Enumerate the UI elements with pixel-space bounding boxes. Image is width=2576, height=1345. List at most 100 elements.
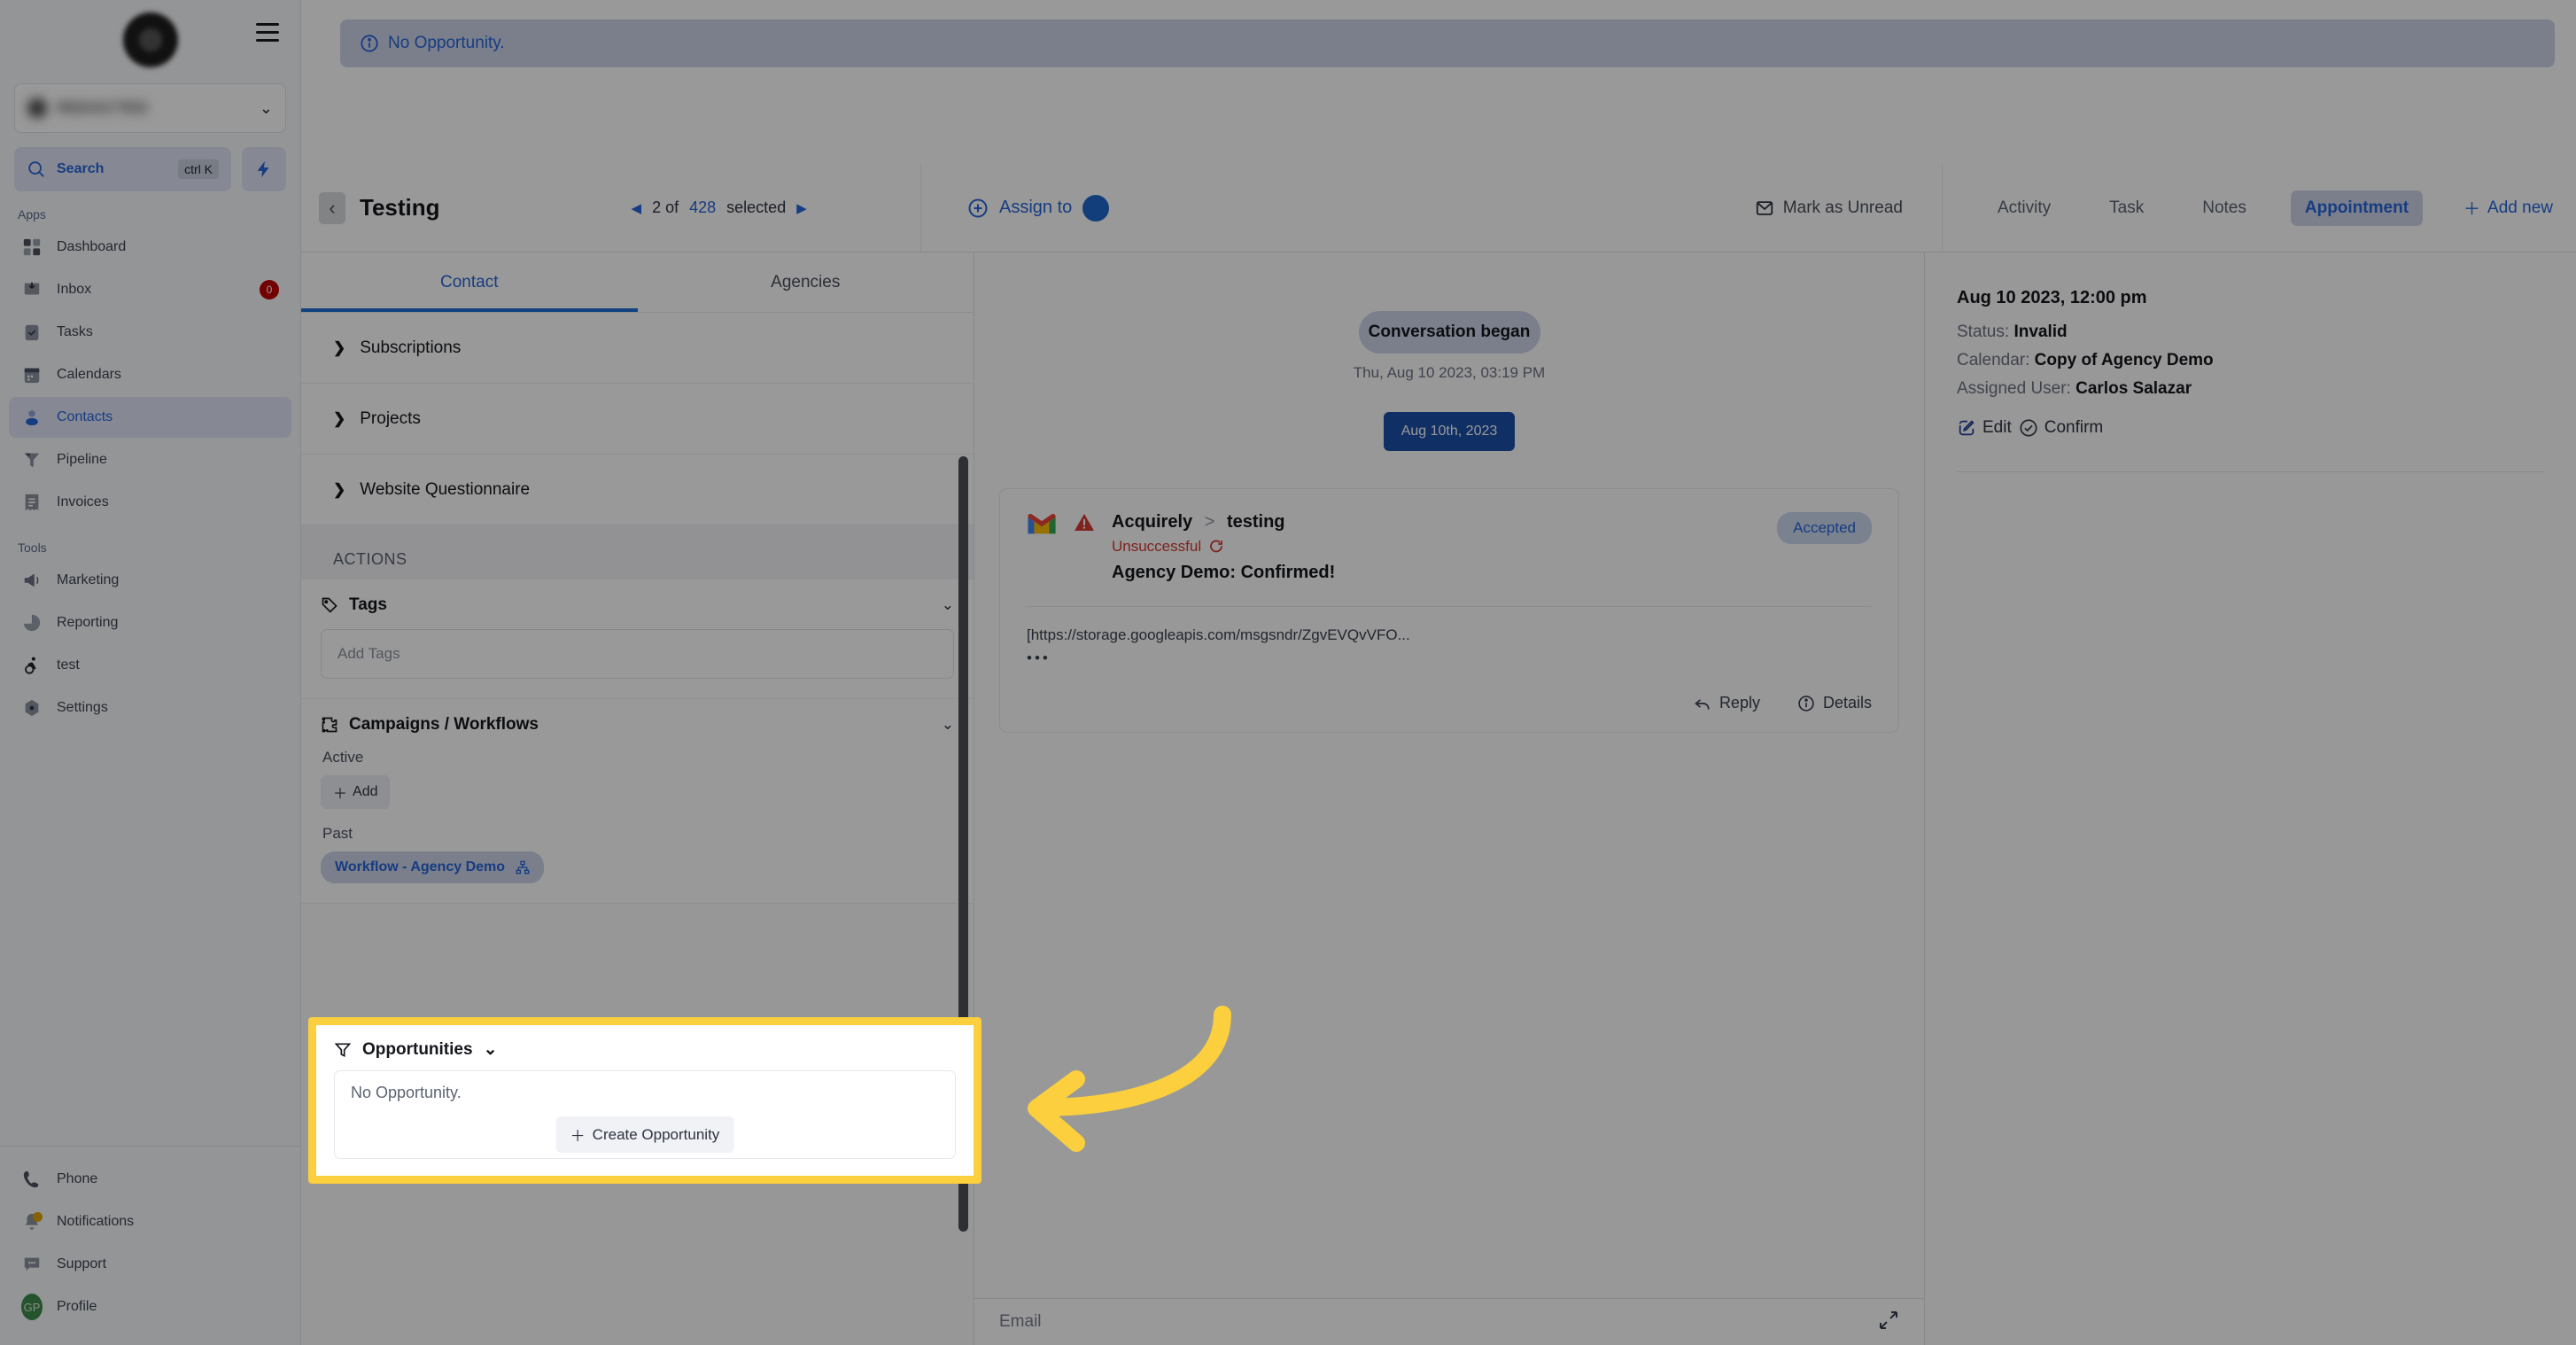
add-tags-input[interactable]: Add Tags [321,629,954,679]
check-circle-icon [2020,419,2037,437]
sidebar-group-label-tools: Tools [18,540,47,555]
sidebar-item-contacts[interactable]: Contacts [9,397,291,438]
sidebar-item-label: Notifications [57,1214,135,1229]
tab-appointment[interactable]: Appointment [2290,190,2424,226]
reply-button[interactable]: Reply [1694,694,1760,712]
pipeline-icon [21,449,43,470]
assignee-avatar[interactable] [1082,194,1110,222]
confirm-label: Confirm [2044,418,2104,437]
inbox-unread-badge: 0 [260,280,279,299]
past-workflow-chip[interactable]: Workflow - Agency Demo [321,851,545,883]
sidebar-item-inbox[interactable]: Inbox 0 [9,269,291,310]
mark-as-unread-button[interactable]: Mark as Unread [1755,164,1943,252]
search-label: Search [57,161,105,176]
account-selector[interactable]: REDACTED ⌄ [14,83,286,133]
accordion-projects[interactable]: ❯ Projects [301,384,974,455]
confirm-appointment-button[interactable]: Confirm [2019,418,2104,438]
opportunities-body: No Opportunity. ＋ Create Opportunity [334,1070,956,1159]
create-opportunity-button[interactable]: ＋ Create Opportunity [555,1116,734,1153]
add-new-label: Add new [2487,198,2553,217]
edit-appointment-button[interactable]: Edit [1957,418,2012,438]
header-left: ‹ Testing ◀ 2 of 428 selected ▶ [301,164,921,252]
collapse-sidebar-icon[interactable] [256,23,283,46]
search-input[interactable]: Search ctrl K [14,147,231,191]
chevron-down-icon: ⌄ [941,716,954,733]
tag-icon [322,597,338,613]
tab-agencies[interactable]: Agencies [638,253,974,312]
sidebar-item-tasks[interactable]: Tasks [9,312,291,353]
app-root: REDACTED ⌄ Search ctrl K Apps Dashboard … [0,0,2576,1345]
conversation-began-badge: Conversation began [1358,311,1540,354]
message-expand-ellipsis[interactable]: ••• [1027,649,1872,667]
tab-activity[interactable]: Activity [1983,190,2065,226]
search-icon [28,161,44,177]
assign-to-button[interactable]: Assign to [921,164,1110,252]
create-opportunity-label: Create Opportunity [592,1125,720,1143]
retry-icon[interactable] [1208,539,1224,555]
bell-icon [21,1211,43,1232]
quick-actions-button[interactable] [242,147,286,191]
expand-composer-icon[interactable] [1878,1310,1899,1335]
sidebar-item-support[interactable]: Support [9,1244,291,1285]
pager-next-icon[interactable]: ▶ [796,200,807,216]
workflow-icon [516,860,530,875]
calendar-value: Copy of Agency Demo [2034,351,2214,369]
sidebar-item-calendars[interactable]: Calendars [9,354,291,395]
sidebar-item-pipeline[interactable]: Pipeline [9,439,291,480]
message-header: Acquirely > testing Unsuccessful Agency … [1027,512,1872,583]
chevron-right-icon: ❯ [333,480,346,498]
sidebar-item-settings[interactable]: Settings [9,688,291,728]
tags-section-header[interactable]: Tags ⌄ [321,595,954,615]
sidebar-logo-area [0,0,300,80]
pager-prev-icon[interactable]: ◀ [632,200,642,216]
message-status: Unsuccessful [1112,538,1761,556]
tab-notes[interactable]: Notes [2188,190,2261,226]
message-card: Acquirely > testing Unsuccessful Agency … [999,488,1899,733]
sidebar-item-reporting[interactable]: Reporting [9,603,291,643]
reply-label: Reply [1719,694,1760,711]
sidebar-item-invoices[interactable]: Invoices [9,482,291,523]
message-divider [1027,606,1872,607]
opportunities-empty-text: No Opportunity. [351,1084,462,1101]
brand-logo [122,12,178,67]
inbox-icon [21,279,43,300]
actions-section-label: ACTIONS [301,525,974,579]
sidebar-item-label: Reporting [57,615,119,630]
sidebar-item-test[interactable]: test [9,645,291,686]
accordion-website-questionnaire[interactable]: ❯ Website Questionnaire [301,455,974,525]
message-subject: Agency Demo: Confirmed! [1112,563,1336,582]
accordion-subscriptions[interactable]: ❯ Subscriptions [301,313,974,384]
add-new-button[interactable]: ＋ Add new [2463,196,2576,220]
tab-task[interactable]: Task [2095,190,2158,226]
campaigns-past-label: Past [322,825,353,842]
chevron-down-icon[interactable]: ⌄ [484,1039,498,1060]
sidebar-item-phone[interactable]: Phone [9,1159,291,1200]
email-composer[interactable]: Email [974,1298,1924,1345]
campaigns-section-header[interactable]: Campaigns / Workflows ⌄ [321,715,954,735]
sidebar-item-label: Phone [57,1171,98,1186]
tab-contact[interactable]: Contact [301,253,638,312]
sidebar-item-dashboard[interactable]: Dashboard [9,227,291,268]
tags-section: Tags ⌄ Add Tags [301,579,974,699]
sidebar-item-marketing[interactable]: Marketing [9,560,291,601]
puzzle-icon [322,717,338,733]
sidebar-item-label: Tasks [57,324,93,339]
plus-circle-icon [968,198,988,217]
add-campaign-button[interactable]: ＋ Add [321,775,391,809]
sidebar-item-label: Dashboard [57,239,127,254]
calendar-label: Calendar: [1957,351,2030,369]
sidebar-bottom-nav: Phone Notifications Support GP Profile [0,1146,300,1345]
phone-icon [21,1169,43,1190]
sidebar-item-label: Contacts [57,409,113,424]
panel-divider [1957,471,2544,472]
opportunities-header[interactable]: Opportunities ⌄ [334,1039,956,1060]
sidebar-item-profile[interactable]: GP Profile [9,1287,291,1327]
sidebar-item-notifications[interactable]: Notifications [9,1201,291,1242]
details-button[interactable]: Details [1797,694,1872,712]
message-recipient: testing [1226,512,1285,532]
appointment-details-panel: Aug 10 2023, 12:00 pm Status: Invalid Ca… [1924,253,2576,1345]
message-sender: Acquirely [1112,512,1193,532]
back-button[interactable]: ‹ [319,191,345,224]
conversation-began-timestamp: Thu, Aug 10 2023, 03:19 PM [1353,364,1546,381]
chevron-right-icon: ❯ [333,409,346,427]
